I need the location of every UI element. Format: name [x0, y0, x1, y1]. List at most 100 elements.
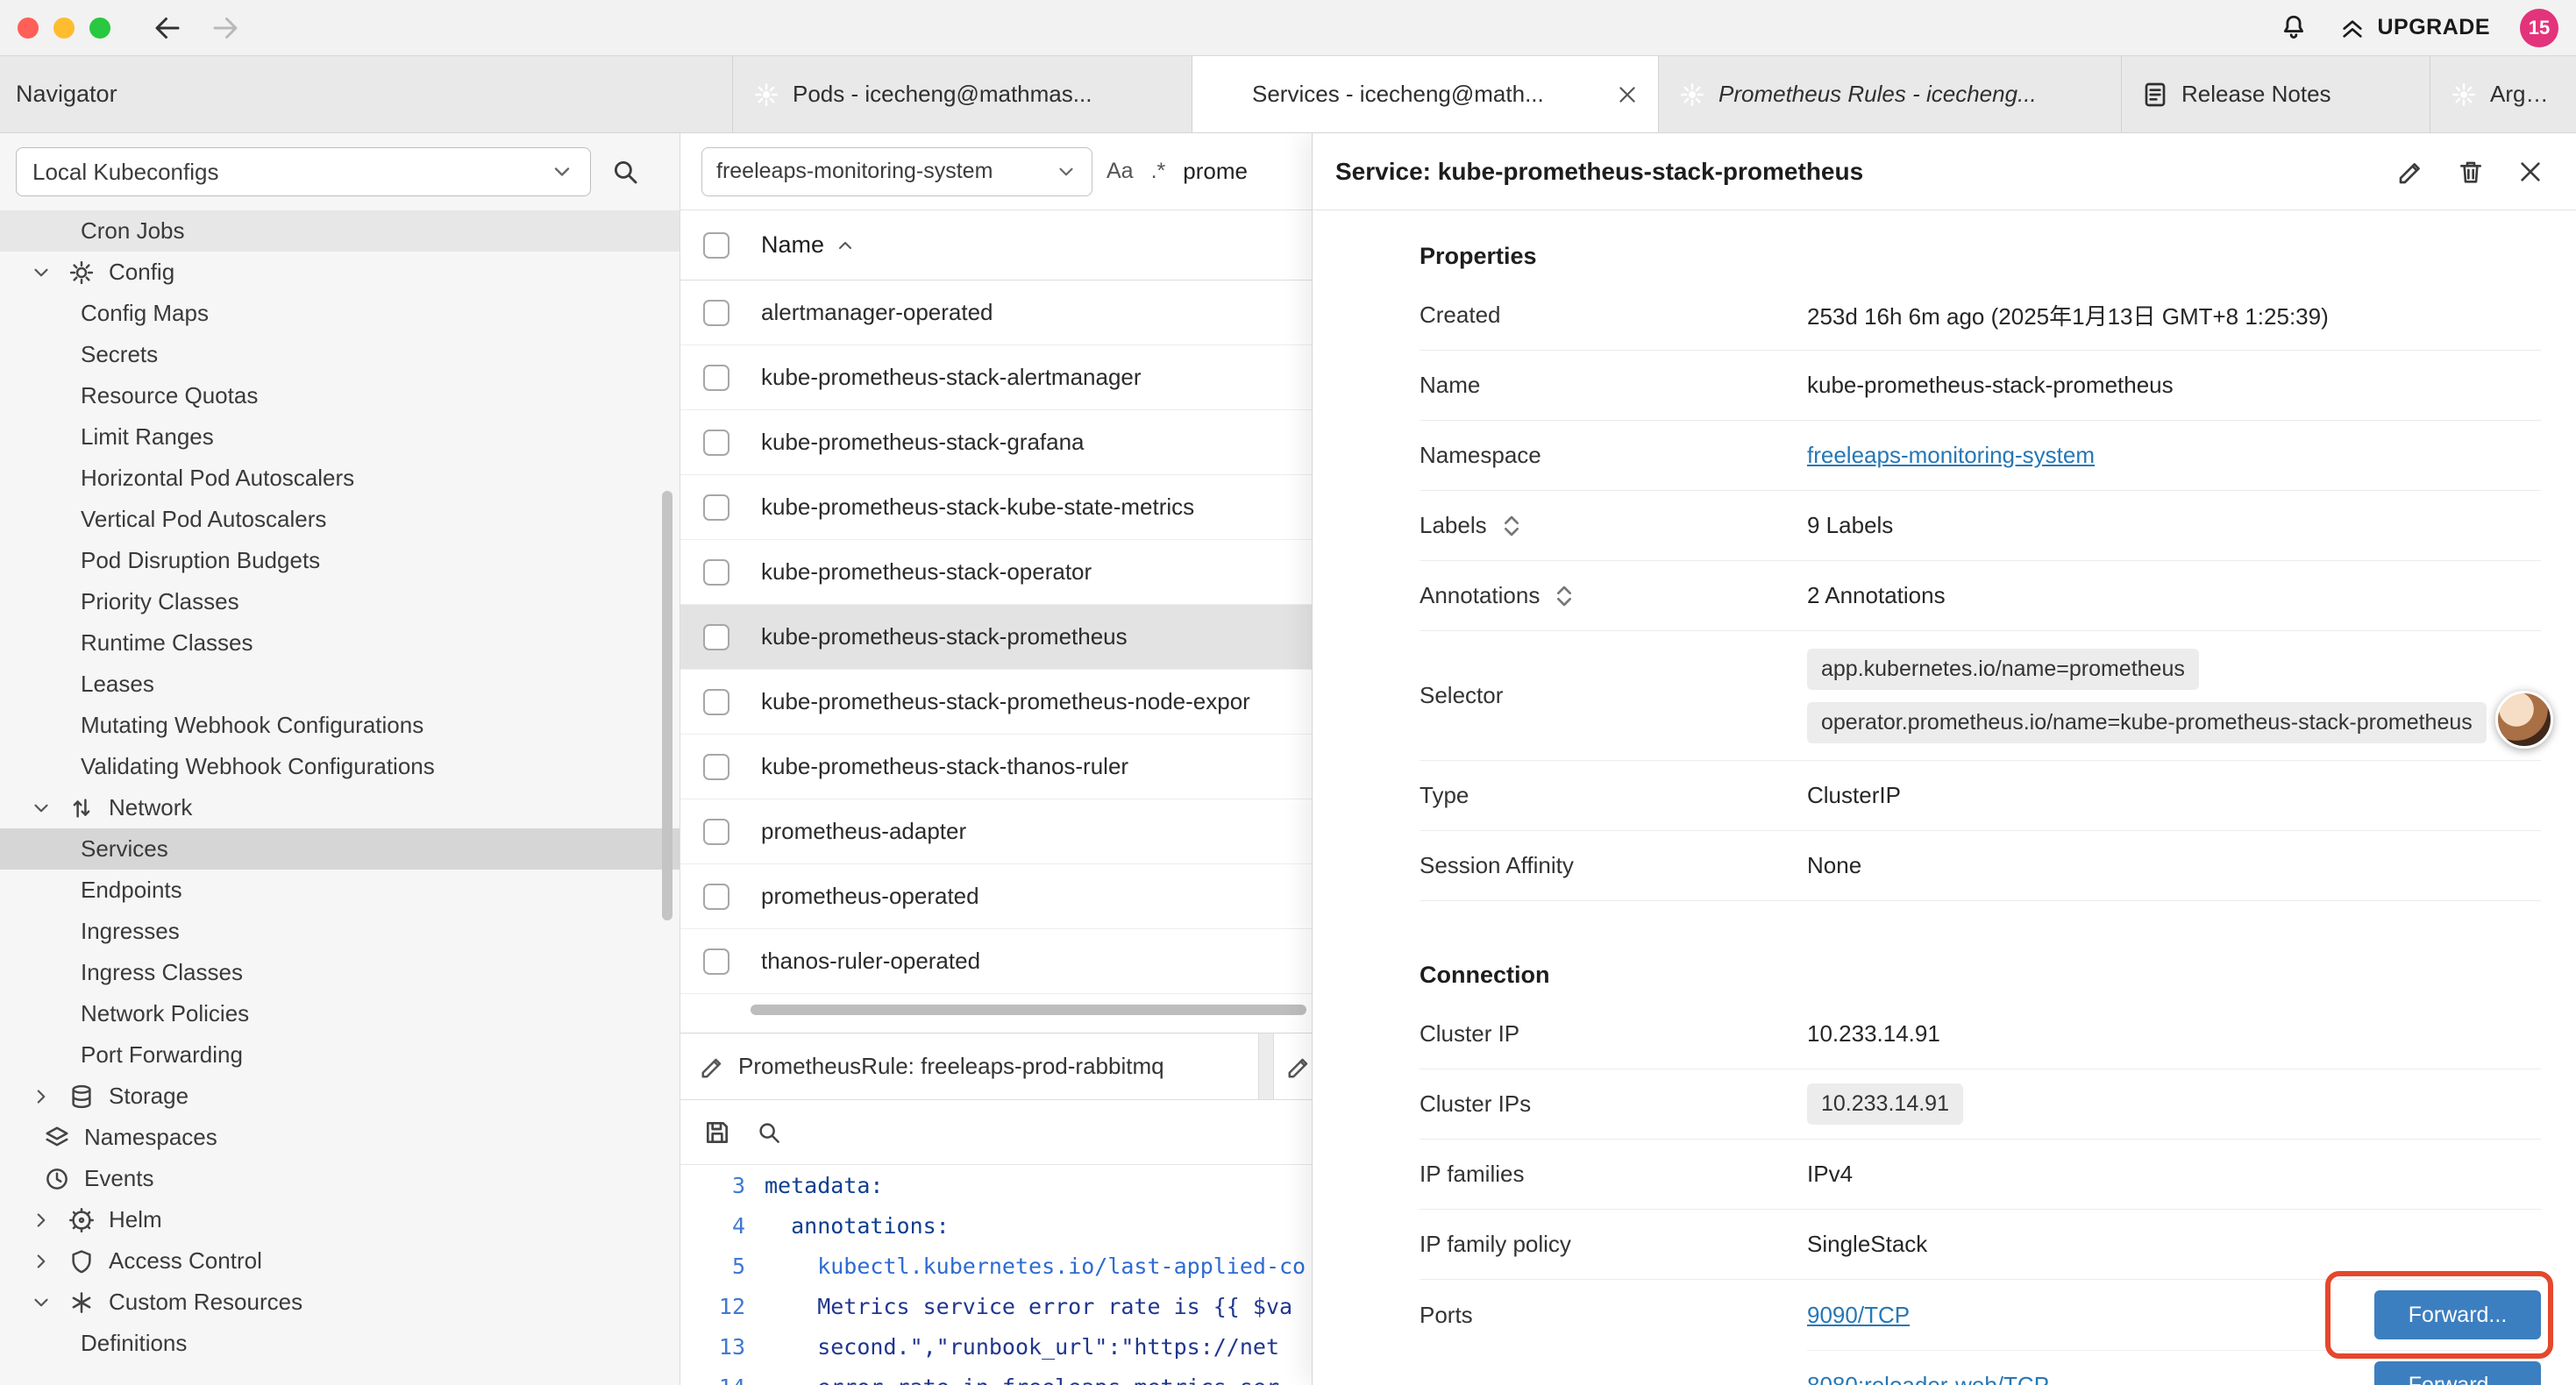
table-row[interactable]: alertmanager-operated [680, 281, 1312, 345]
sidebar-item-access-control[interactable]: Access Control [0, 1240, 680, 1282]
forward-button[interactable]: Forward... [2374, 1361, 2541, 1385]
match-case-toggle[interactable]: Aa [1107, 159, 1134, 184]
sidebar-item-services[interactable]: Services [0, 828, 680, 870]
notifications-bell-icon[interactable] [2279, 13, 2309, 43]
column-header-name[interactable]: Name [761, 231, 856, 259]
search-icon[interactable] [610, 157, 640, 187]
table-search-input[interactable]: Aa .* prome [1107, 158, 1248, 185]
editor-tab[interactable]: Prometheus Rules - icecheng... [1659, 56, 2122, 132]
row-checkbox[interactable] [703, 819, 729, 845]
back-button[interactable] [152, 12, 183, 44]
chevron-icon[interactable] [30, 1250, 68, 1273]
row-checkbox[interactable] [703, 559, 729, 586]
table-row[interactable]: prometheus-adapter [680, 799, 1312, 864]
sidebar-item-definitions[interactable]: Definitions [0, 1323, 680, 1364]
expand-collapse-icon[interactable] [1498, 512, 1526, 540]
tab-label: Prometheus Rules - icecheng... [1719, 81, 2102, 108]
namespace-select[interactable]: freeleaps-monitoring-system [701, 147, 1092, 196]
upgrade-button[interactable]: UPGRADE [2338, 14, 2490, 42]
row-checkbox[interactable] [703, 365, 729, 391]
sidebar-item-validating-webhook-configurations[interactable]: Validating Webhook Configurations [0, 746, 680, 787]
sidebar-item-runtime-classes[interactable]: Runtime Classes [0, 622, 680, 664]
pencil-icon[interactable] [2397, 158, 2425, 186]
editor-tab[interactable]: Release Notes [2122, 56, 2430, 132]
select-all-checkbox[interactable] [703, 232, 729, 259]
expand-collapse-icon[interactable] [1550, 582, 1578, 610]
close-window-button[interactable] [18, 18, 39, 39]
dock-tab[interactable]: PrometheusRule: freeleaps-prod-rabbitmq [680, 1033, 1259, 1099]
port-link[interactable]: 8080:reloader-web/TCP [1807, 1372, 2374, 1385]
row-checkbox[interactable] [703, 430, 729, 456]
chevron-icon[interactable] [30, 261, 68, 284]
kubeconfig-select[interactable]: Local Kubeconfigs [16, 147, 591, 196]
sidebar-item-horizontal-pod-autoscalers[interactable]: Horizontal Pod Autoscalers [0, 458, 680, 499]
sidebar-item-network-policies[interactable]: Network Policies [0, 993, 680, 1034]
row-checkbox[interactable] [703, 948, 729, 975]
notification-count-badge[interactable]: 15 [2520, 9, 2558, 47]
chevron-icon[interactable] [30, 1291, 68, 1314]
table-row[interactable]: prometheus-operated [680, 864, 1312, 929]
yaml-editor[interactable]: 3 metadata: 4 annotations: 5 kubectl.kub… [680, 1165, 1312, 1385]
sidebar-item-vertical-pod-autoscalers[interactable]: Vertical Pod Autoscalers [0, 499, 680, 540]
editor-tab[interactable]: Pods - icecheng@mathmas... [733, 56, 1192, 132]
tab-close-button[interactable] [1616, 83, 1639, 106]
sidebar-item-resource-quotas[interactable]: Resource Quotas [0, 375, 680, 416]
save-icon[interactable] [703, 1119, 731, 1147]
chevron-icon[interactable] [30, 1085, 68, 1108]
forward-button[interactable] [210, 12, 241, 44]
sidebar-item-ingress-classes[interactable]: Ingress Classes [0, 952, 680, 993]
zoom-window-button[interactable] [89, 18, 110, 39]
sidebar-item-priority-classes[interactable]: Priority Classes [0, 581, 680, 622]
row-checkbox[interactable] [703, 689, 729, 715]
table-row[interactable]: kube-prometheus-stack-alertmanager [680, 345, 1312, 410]
sidebar-item-label: Helm [109, 1206, 162, 1233]
sidebar-item-custom-resources[interactable]: Custom Resources [0, 1282, 680, 1323]
user-avatar[interactable] [2495, 691, 2553, 749]
sidebar-item-mutating-webhook-configurations[interactable]: Mutating Webhook Configurations [0, 705, 680, 746]
sidebar-item-cron-jobs[interactable]: Cron Jobs [0, 210, 680, 252]
sidebar-scrollbar[interactable] [662, 491, 672, 920]
regex-toggle[interactable]: .* [1151, 159, 1166, 184]
sidebar-item-pod-disruption-budgets[interactable]: Pod Disruption Budgets [0, 540, 680, 581]
sidebar-item-label: Services [81, 835, 168, 863]
minimize-window-button[interactable] [53, 18, 75, 39]
detail-value-area: app.kubernetes.io/name=prometheusoperato… [1807, 635, 2541, 757]
editor-tab[interactable]: Services - icecheng@math... [1192, 56, 1659, 132]
row-checkbox[interactable] [703, 754, 729, 780]
row-checkbox[interactable] [703, 884, 729, 910]
sidebar-item-endpoints[interactable]: Endpoints [0, 870, 680, 911]
chevron-icon[interactable] [30, 1209, 68, 1232]
port-link[interactable]: 9090/TCP [1807, 1302, 2374, 1329]
namespace-link[interactable]: freeleaps-monitoring-system [1807, 442, 2095, 469]
chevron-icon[interactable] [30, 797, 68, 820]
table-row[interactable]: kube-prometheus-stack-prometheus [680, 605, 1312, 670]
sidebar-item-secrets[interactable]: Secrets [0, 334, 680, 375]
sidebar-item-ingresses[interactable]: Ingresses [0, 911, 680, 952]
table-row[interactable]: kube-prometheus-stack-kube-state-metrics [680, 475, 1312, 540]
dock-tab[interactable] [1273, 1033, 1312, 1099]
detail-row: Annotations 2 Annotations [1420, 561, 2541, 631]
sidebar-item-namespaces[interactable]: Namespaces [0, 1117, 680, 1158]
trash-icon[interactable] [2457, 158, 2485, 186]
sidebar-item-config[interactable]: Config [0, 252, 680, 293]
sidebar-item-leases[interactable]: Leases [0, 664, 680, 705]
table-row[interactable]: kube-prometheus-stack-operator [680, 540, 1312, 605]
horizontal-scrollbar[interactable] [751, 1005, 1306, 1015]
row-checkbox[interactable] [703, 624, 729, 650]
row-checkbox[interactable] [703, 300, 729, 326]
sidebar-item-network[interactable]: Network [0, 787, 680, 828]
table-row[interactable]: kube-prometheus-stack-prometheus-node-ex… [680, 670, 1312, 735]
editor-tab[interactable]: Argo Se [2430, 56, 2576, 132]
sidebar-item-limit-ranges[interactable]: Limit Ranges [0, 416, 680, 458]
row-checkbox[interactable] [703, 494, 729, 521]
sidebar-item-port-forwarding[interactable]: Port Forwarding [0, 1034, 680, 1076]
sidebar-item-config-maps[interactable]: Config Maps [0, 293, 680, 334]
sidebar-item-storage[interactable]: Storage [0, 1076, 680, 1117]
sidebar-item-helm[interactable]: Helm [0, 1199, 680, 1240]
sidebar-item-events[interactable]: Events [0, 1158, 680, 1199]
table-row[interactable]: kube-prometheus-stack-grafana [680, 410, 1312, 475]
close-icon[interactable] [2516, 158, 2544, 186]
table-row[interactable]: thanos-ruler-operated [680, 929, 1312, 994]
table-row[interactable]: kube-prometheus-stack-thanos-ruler [680, 735, 1312, 799]
search-icon[interactable] [756, 1119, 782, 1146]
